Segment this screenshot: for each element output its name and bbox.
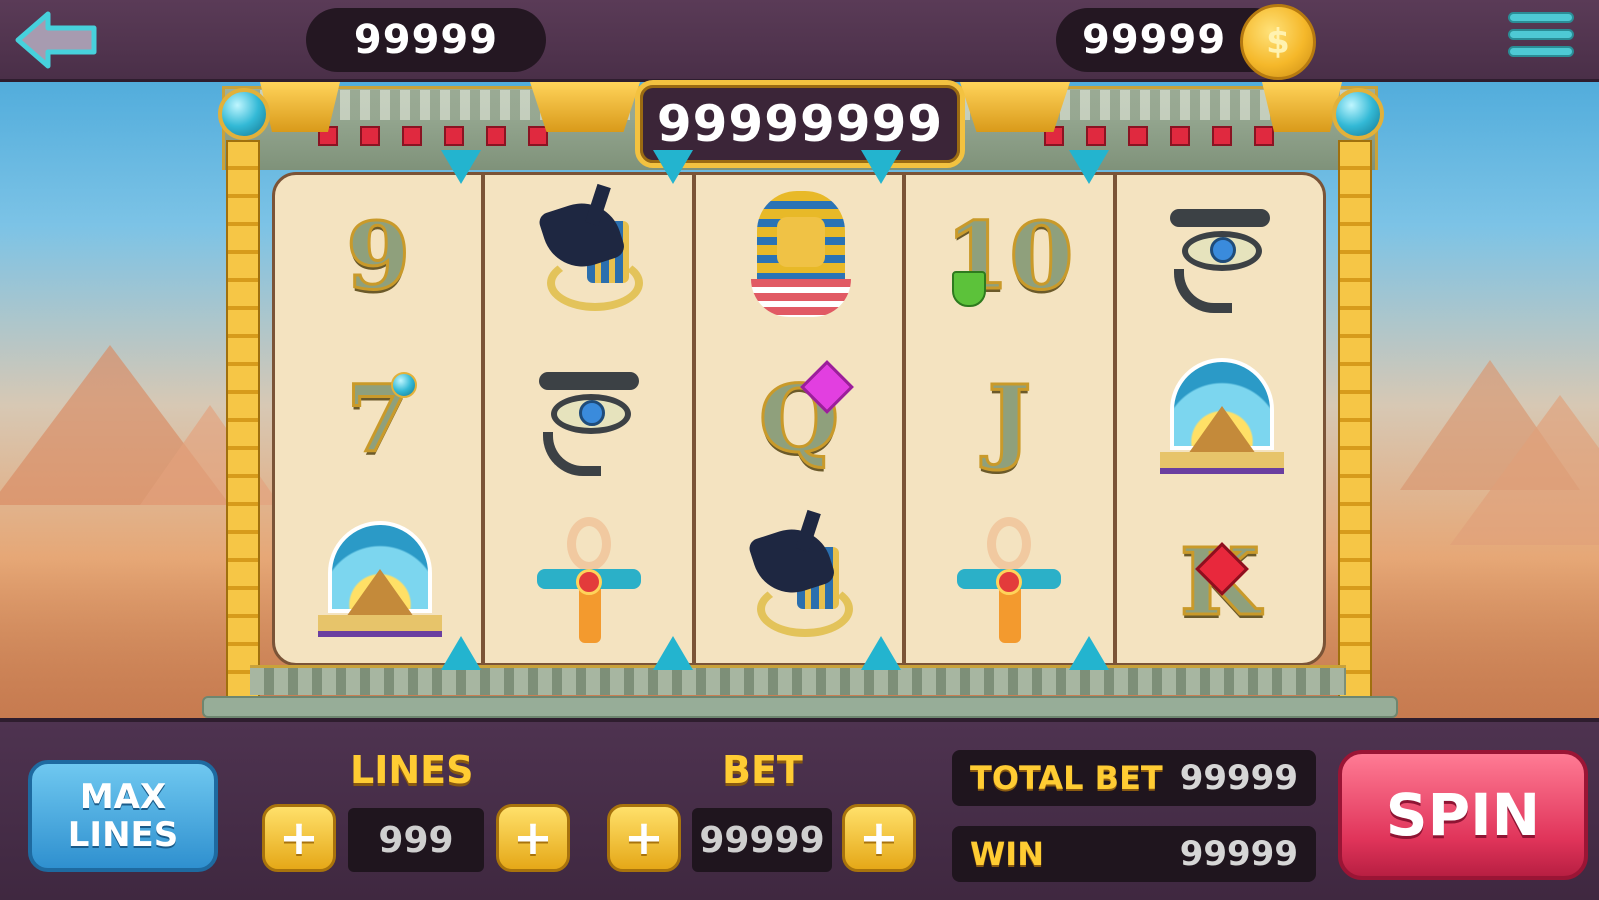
back-arrow-icon[interactable] <box>14 10 98 70</box>
eye-of-horus-symbol-icon <box>1160 191 1280 321</box>
gold-pillar-left <box>226 140 260 698</box>
reel-1: 9 7 <box>275 175 486 663</box>
reel-cell <box>1117 338 1323 501</box>
pyramids-symbol-icon <box>1159 354 1284 484</box>
payline-marker-icon <box>653 636 693 670</box>
lines-label: LINES <box>350 748 474 792</box>
red-gem-row-right <box>1044 126 1274 146</box>
payline-marker-icon <box>1069 636 1109 670</box>
reel-4: 10 J <box>906 175 1117 663</box>
reel-cell: 10 <box>906 175 1112 338</box>
gold-wing-ornament <box>530 82 640 132</box>
reel-cell: J <box>906 338 1112 501</box>
reel-cell: Q <box>696 338 902 501</box>
reel-cell <box>696 175 902 338</box>
anubis-symbol-icon <box>739 509 859 647</box>
temple-ledge <box>202 696 1398 718</box>
gold-wing-ornament <box>260 82 340 132</box>
pyramids-symbol-icon <box>318 517 443 647</box>
spin-button[interactable]: SPIN <box>1338 750 1588 880</box>
reel-2 <box>485 175 696 663</box>
payline-marker-icon <box>861 636 901 670</box>
reel-3: Q <box>696 175 907 663</box>
reel-cell: 7 <box>275 338 481 501</box>
menu-icon[interactable] <box>1508 12 1574 68</box>
pharaoh-mask-symbol-icon <box>739 191 859 321</box>
payline-marker-icon <box>861 150 901 184</box>
win-display: WIN 99999 <box>952 826 1316 882</box>
max-lines-button[interactable]: MAX LINES <box>28 760 218 872</box>
bet-value: 99999 <box>692 808 832 872</box>
reel-cell <box>485 338 691 501</box>
max-lines-label-line1: MAX <box>79 777 167 817</box>
max-lines-label-line2: LINES <box>67 815 179 855</box>
gold-wing-ornament <box>960 82 1070 132</box>
green-flask-icon <box>952 271 987 307</box>
slot-reels[interactable]: 9 7 Q 10 J <box>272 172 1326 666</box>
background-pyramid <box>1450 395 1599 545</box>
reel-5: K <box>1117 175 1323 663</box>
red-gem-row-left <box>318 126 548 146</box>
total-bet-value: 99999 <box>1179 758 1298 798</box>
ankh-symbol-icon <box>949 516 1069 647</box>
reel-cell <box>485 175 691 338</box>
eye-of-horus-symbol-icon <box>529 354 649 484</box>
total-bet-label: TOTAL BET <box>970 759 1163 797</box>
lines-decrease-button[interactable]: + <box>262 804 336 872</box>
turquoise-gem-icon <box>391 371 417 398</box>
turquoise-orb-icon <box>218 88 270 140</box>
payline-marker-icon <box>441 636 481 670</box>
gold-wing-ornament <box>1262 82 1342 132</box>
symbol-jack: J <box>986 365 1032 473</box>
temple-frame-bottom <box>250 665 1346 695</box>
bet-decrease-button[interactable]: + <box>607 804 681 872</box>
turquoise-orb-icon <box>1332 88 1384 140</box>
payline-marker-icon <box>653 150 693 184</box>
reel-cell: K <box>1117 500 1323 663</box>
reel-cell: 9 <box>275 175 481 338</box>
coin-symbol: $ <box>1266 22 1290 62</box>
bet-label: BET <box>722 748 803 792</box>
reel-cell <box>1117 175 1323 338</box>
ankh-symbol-icon <box>529 516 649 647</box>
payline-marker-icon <box>1069 150 1109 184</box>
anubis-symbol-icon <box>529 184 649 321</box>
balance-display: 99999 <box>306 8 546 72</box>
bet-increase-button[interactable]: + <box>842 804 916 872</box>
total-bet-display: TOTAL BET 99999 <box>952 750 1316 806</box>
coin-icon: $ <box>1240 4 1316 80</box>
payline-marker-icon <box>441 150 481 184</box>
top-bar: 99999 99999 $ <box>0 0 1599 82</box>
win-label: WIN <box>970 835 1044 873</box>
win-value: 99999 <box>1179 834 1298 874</box>
gold-pillar-right <box>1338 140 1372 698</box>
lines-value: 999 <box>348 808 484 872</box>
symbol-nine: 9 <box>345 202 412 311</box>
lines-increase-button[interactable]: + <box>496 804 570 872</box>
